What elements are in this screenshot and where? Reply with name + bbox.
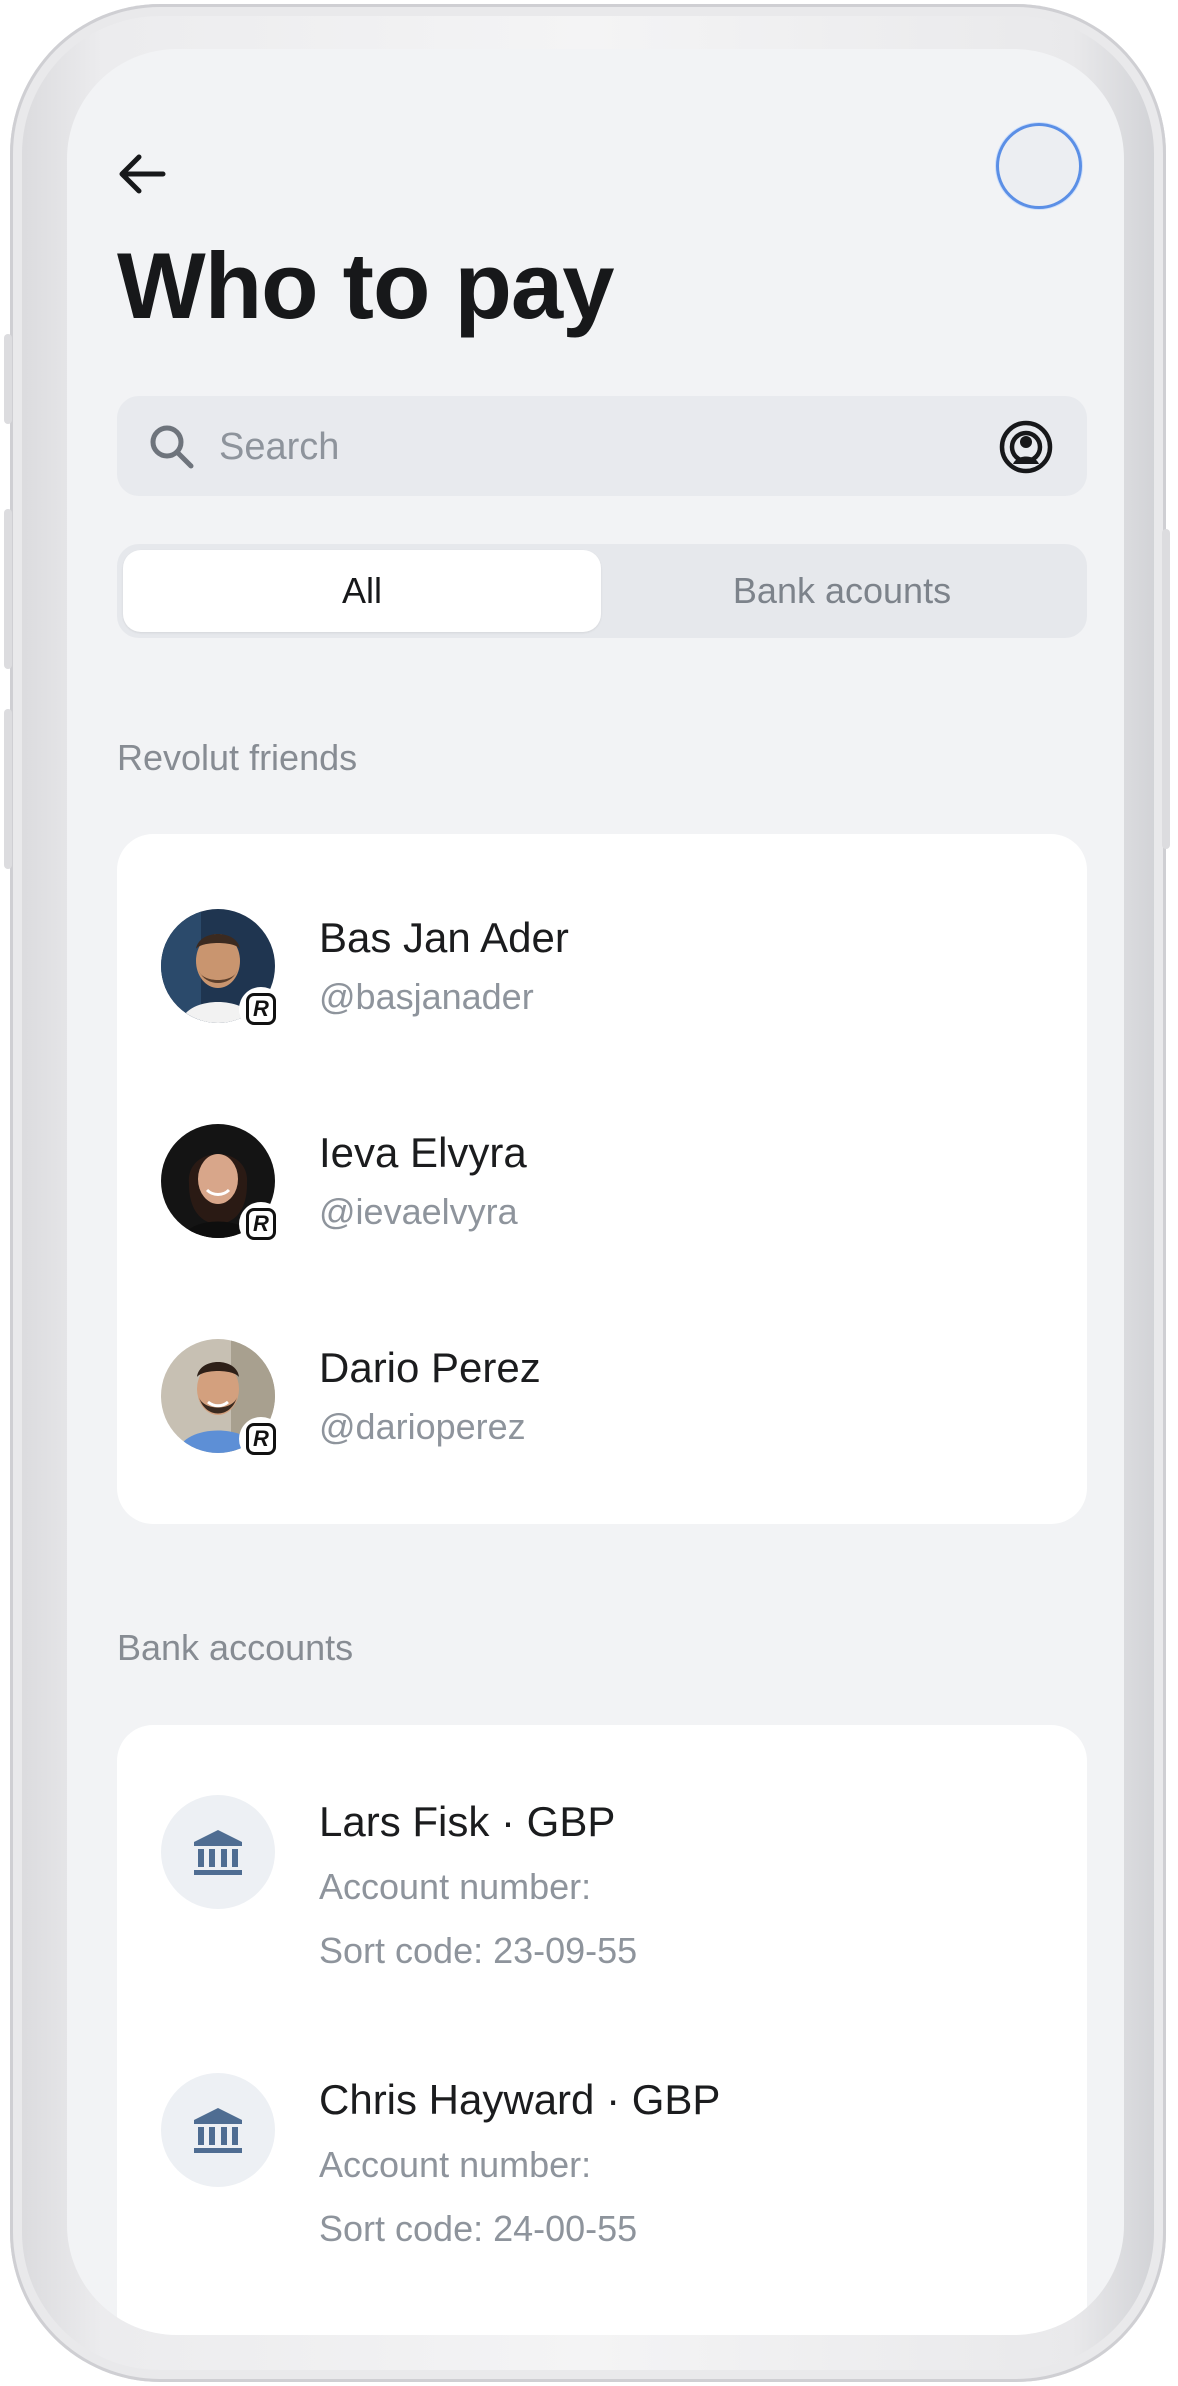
avatar: R bbox=[161, 1339, 281, 1459]
list-item[interactable]: R Ieva Elvyra @ievaelvyra bbox=[161, 1124, 527, 1244]
bank-icon bbox=[194, 2108, 242, 2153]
tab-all[interactable]: All bbox=[123, 550, 601, 632]
segmented-control: All Bank acounts bbox=[117, 544, 1087, 638]
arrow-left-icon bbox=[119, 154, 166, 194]
friends-card: R Bas Jan Ader @basjanader R Ieva Elvyra… bbox=[117, 834, 1087, 1524]
avatar bbox=[161, 2073, 275, 2187]
account-title: Chris Hayward · GBP bbox=[319, 2076, 721, 2123]
contact-name: Dario Perez bbox=[319, 1344, 541, 1391]
volume-up-button bbox=[4, 509, 12, 669]
revolut-badge-icon: R bbox=[241, 1204, 281, 1244]
bank-accounts-card: Lars Fisk · GBP Account number: Sort cod… bbox=[117, 1725, 1087, 2335]
list-item[interactable]: R Bas Jan Ader @basjanader bbox=[161, 909, 569, 1029]
power-button bbox=[1162, 529, 1170, 849]
tab-bank-accounts[interactable]: Bank acounts bbox=[603, 550, 1081, 632]
section-label-friends: Revolut friends bbox=[117, 737, 358, 778]
sort-code: Sort code: 23-09-55 bbox=[319, 1930, 638, 1971]
back-button[interactable] bbox=[112, 144, 172, 204]
avatar: R bbox=[161, 909, 281, 1029]
sort-code: Sort code: 24-00-55 bbox=[319, 2208, 638, 2249]
search-bar[interactable] bbox=[117, 396, 1087, 498]
volume-down-button bbox=[4, 709, 12, 869]
account-number-label: Account number: bbox=[319, 2144, 592, 2185]
bank-icon bbox=[194, 1830, 242, 1875]
phone-frame: Who to pay All Bank acounts Revolut frie… bbox=[4, 4, 1170, 2382]
page-title: Who to pay bbox=[117, 233, 614, 338]
contact-handle: @basjanader bbox=[319, 976, 534, 1017]
search-icon bbox=[150, 425, 194, 469]
revolut-badge-icon: R bbox=[241, 1419, 281, 1459]
contact-handle: @ievaelvyra bbox=[319, 1191, 518, 1232]
account-number-label: Account number: bbox=[319, 1866, 592, 1907]
contact-name: Ieva Elvyra bbox=[319, 1129, 527, 1176]
account-title: Lars Fisk · GBP bbox=[319, 1798, 616, 1845]
search-input[interactable] bbox=[217, 396, 981, 498]
list-item[interactable]: Lars Fisk · GBP Account number: Sort cod… bbox=[161, 1795, 637, 1969]
contact-handle: @darioperez bbox=[319, 1406, 526, 1447]
revolut-badge-icon: R bbox=[241, 989, 281, 1029]
list-item[interactable]: Chris Hayward · GBP Account number: Sort… bbox=[161, 2073, 720, 2247]
contact-name: Bas Jan Ader bbox=[319, 914, 569, 961]
mute-switch bbox=[4, 334, 12, 424]
list-item[interactable]: R Dario Perez @darioperez bbox=[161, 1339, 541, 1459]
avatar: R bbox=[161, 1124, 281, 1244]
section-label-bank-accounts: Bank accounts bbox=[117, 1627, 354, 1668]
profile-avatar[interactable] bbox=[996, 123, 1082, 209]
app-screen: Who to pay All Bank acounts Revolut frie… bbox=[67, 49, 1124, 2335]
avatar bbox=[161, 1795, 275, 1909]
nearby-scan-icon[interactable] bbox=[997, 418, 1055, 476]
